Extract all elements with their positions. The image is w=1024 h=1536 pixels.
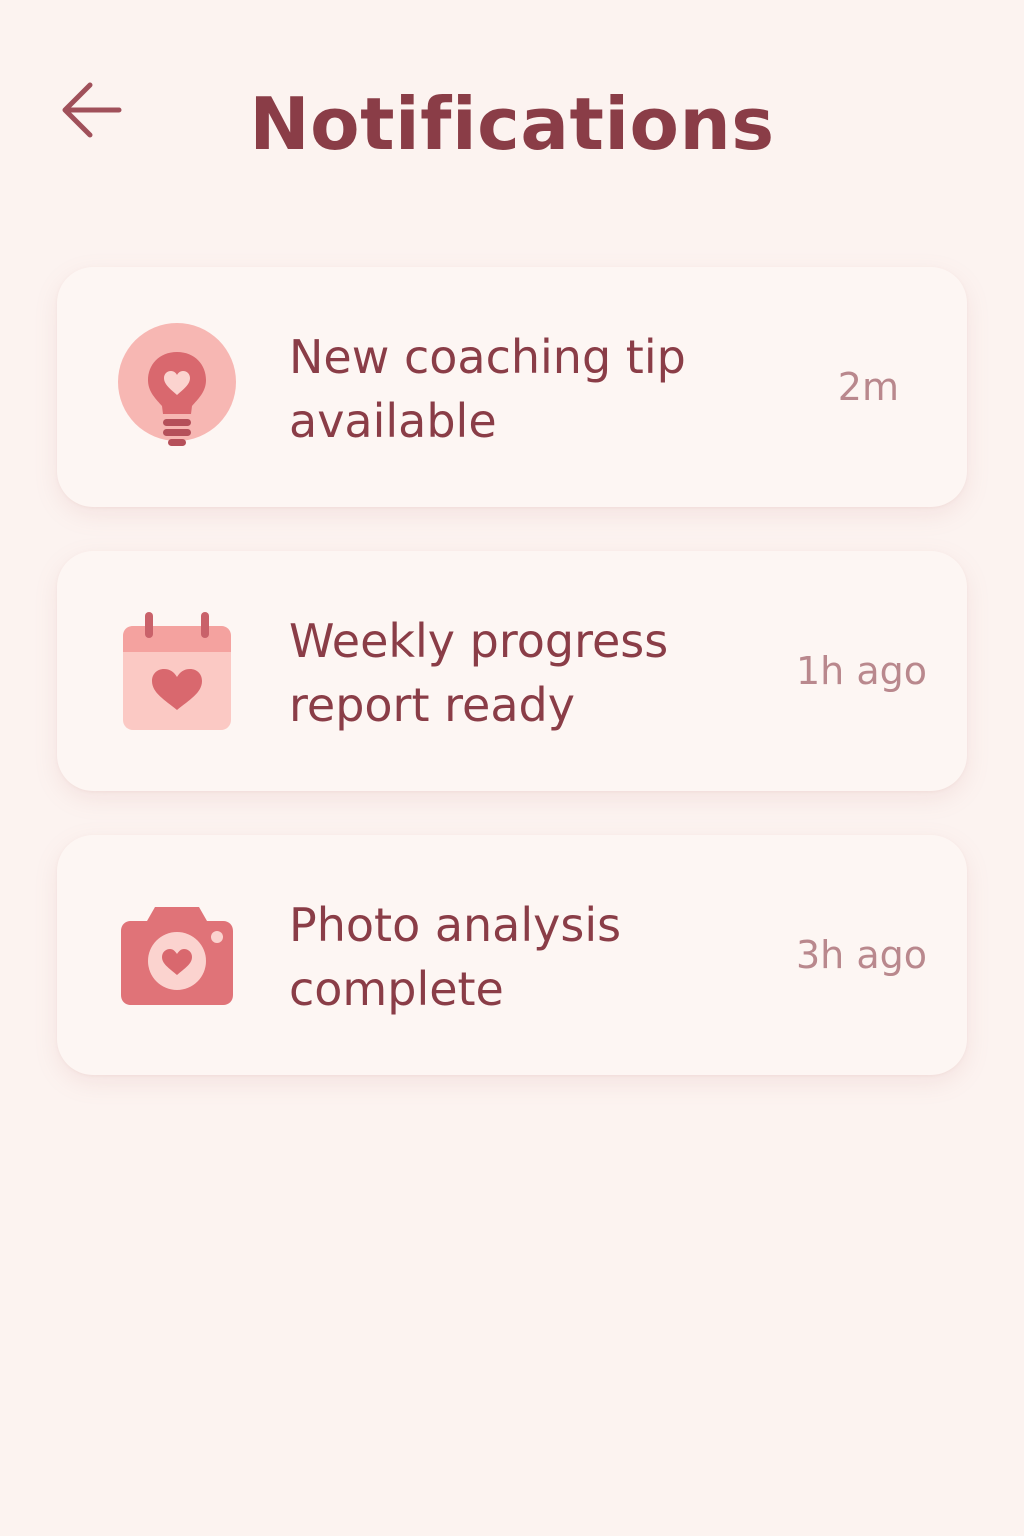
header: Notifications: [0, 0, 1024, 220]
calendar-heart-icon: [117, 601, 237, 741]
notification-time: 3h ago: [796, 933, 927, 977]
notification-title: Photo analysis complete: [289, 898, 622, 1016]
page-title: Notifications: [249, 82, 775, 166]
lightbulb-heart-icon: [117, 317, 237, 457]
notification-card-progress-report[interactable]: Weekly progress report ready 1h ago: [57, 551, 967, 791]
notification-title: New coaching tip available: [289, 330, 686, 448]
notification-time: 1h ago: [796, 649, 927, 693]
notification-list: New coaching tip available 2m Weekly pro…: [57, 267, 967, 1119]
notification-card-coaching-tip[interactable]: New coaching tip available 2m: [57, 267, 967, 507]
notification-card-photo-analysis[interactable]: Photo analysis complete 3h ago: [57, 835, 967, 1075]
notification-title: Weekly progress report ready: [289, 614, 669, 732]
notification-time: 2m: [837, 365, 899, 409]
camera-heart-icon: [117, 885, 237, 1025]
